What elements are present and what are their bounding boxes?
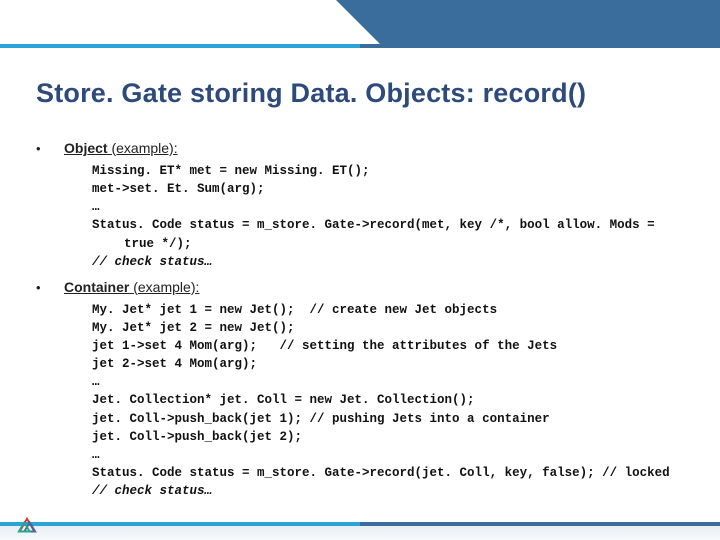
code-line: Status. Code status = m_store. Gate->rec… [92, 464, 700, 482]
code-line: Missing. ET* met = new Missing. ET(); [92, 162, 700, 180]
bullet-container: • Container (example): [36, 279, 700, 295]
code-line: My. Jet* jet 1 = new Jet(); // create ne… [92, 301, 700, 319]
code-line: // check status… [92, 253, 700, 271]
code-line: jet. Coll->push_back(jet 1); // pushing … [92, 410, 700, 428]
bullet-heading: Container (example): [64, 279, 199, 295]
slide-body: • Object (example): Missing. ET* met = n… [36, 140, 700, 508]
code-line: jet 2->set 4 Mom(arg); [92, 355, 700, 373]
slide-title: Store. Gate storing Data. Objects: recor… [36, 78, 586, 109]
code-container: My. Jet* jet 1 = new Jet(); // create ne… [92, 301, 700, 500]
code-line: jet 1->set 4 Mom(arg); // setting the at… [92, 337, 700, 355]
code-line: Status. Code status = m_store. Gate->rec… [92, 216, 700, 234]
code-line: … [92, 446, 700, 464]
bullet-heading: Object (example): [64, 140, 178, 156]
bullet-dot: • [36, 141, 64, 156]
code-line: Jet. Collection* jet. Coll = new Jet. Co… [92, 391, 700, 409]
bullet-object: • Object (example): [36, 140, 700, 156]
code-line: true */); [92, 235, 700, 253]
logo-icon [16, 516, 38, 538]
code-line: // check status… [92, 482, 700, 500]
code-object: Missing. ET* met = new Missing. ET();met… [92, 162, 700, 271]
header-stripe [0, 44, 720, 48]
header-banner [380, 0, 720, 44]
code-line: … [92, 373, 700, 391]
code-line: met->set. Et. Sum(arg); [92, 180, 700, 198]
code-line: My. Jet* jet 2 = new Jet(); [92, 319, 700, 337]
footer-shadow [0, 526, 720, 540]
code-line: … [92, 198, 700, 216]
bullet-dot: • [36, 280, 64, 295]
code-line: jet. Coll->push_back(jet 2); [92, 428, 700, 446]
